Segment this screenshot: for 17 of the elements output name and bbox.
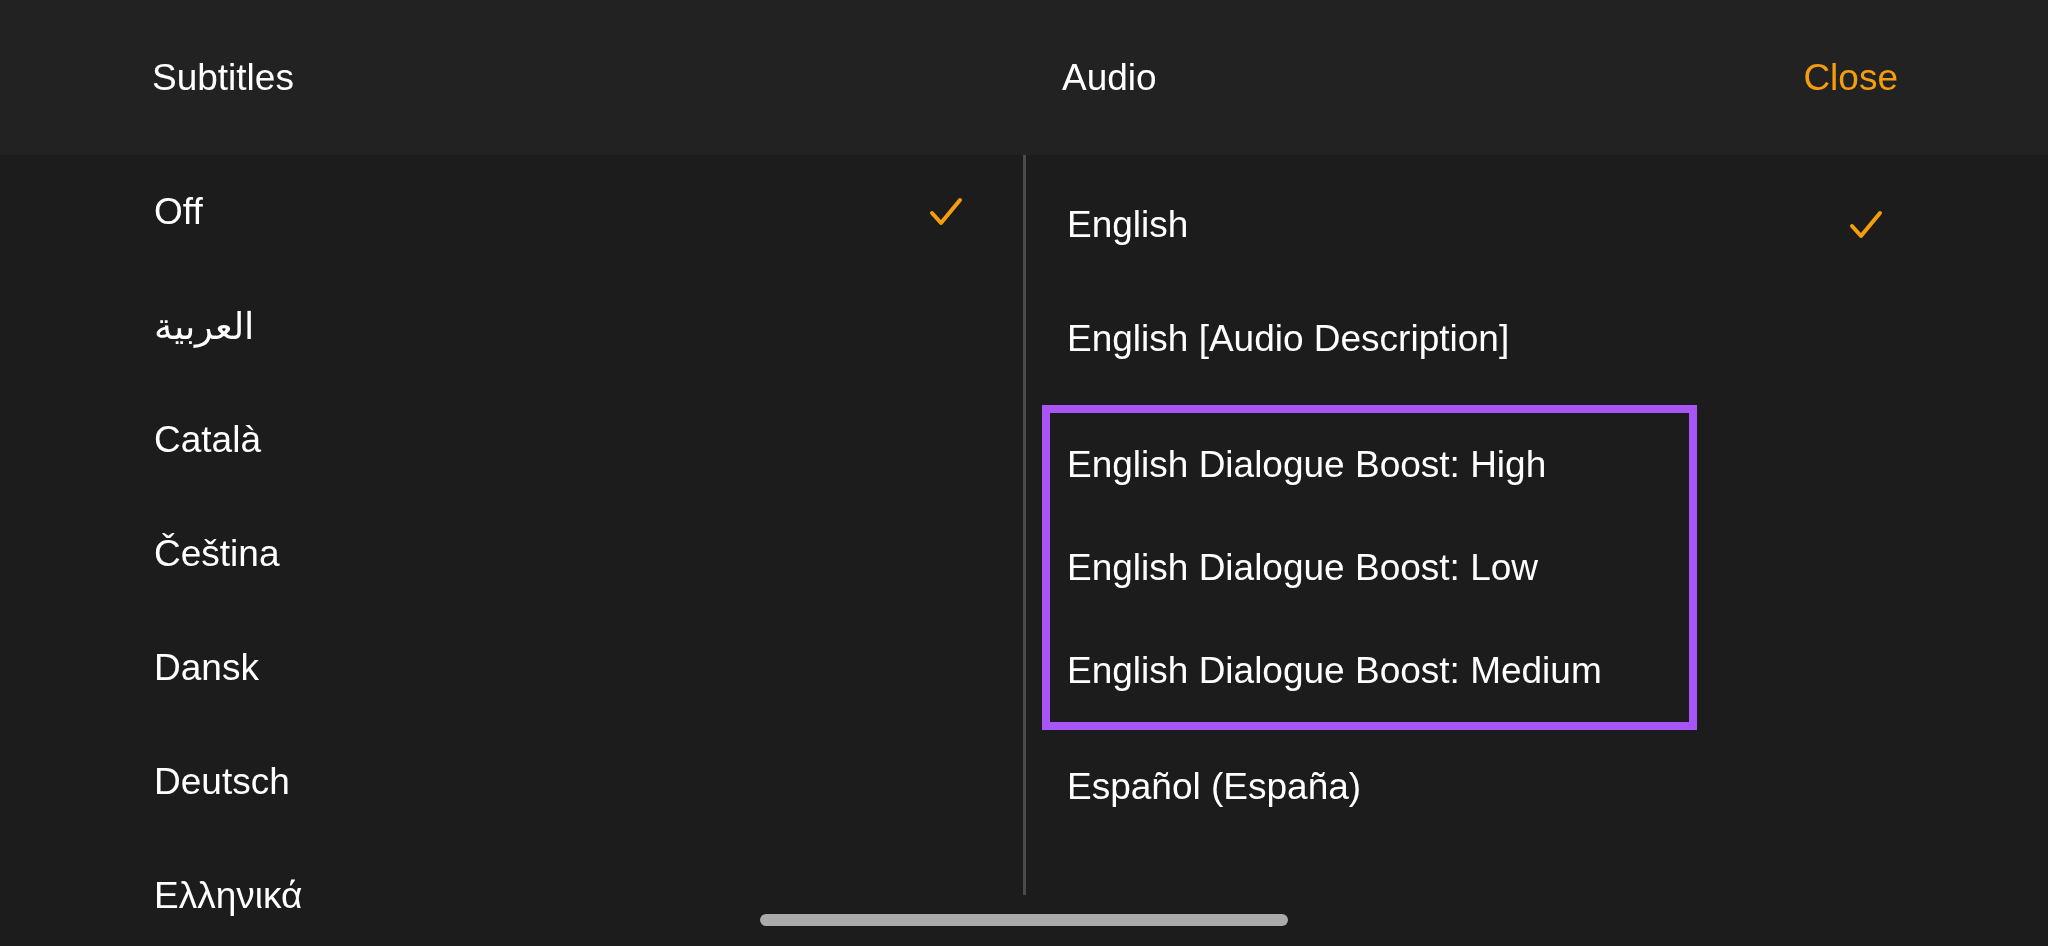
subtitle-option[interactable]: العربية (154, 269, 1023, 383)
audio-option[interactable]: English Dialogue Boost: High (1067, 413, 1689, 516)
audio-option[interactable]: English (1067, 168, 2048, 282)
subtitle-option[interactable]: Dansk (154, 611, 1023, 725)
home-indicator[interactable] (760, 914, 1288, 926)
subtitle-option[interactable]: Ελληνικά (154, 839, 1023, 946)
subtitle-option[interactable]: Off (154, 155, 1023, 269)
subtitle-option[interactable]: Deutsch (154, 725, 1023, 839)
audio-option[interactable]: English Dialogue Boost: Medium (1067, 619, 1689, 722)
audio-title: Audio (1062, 56, 1157, 99)
subtitle-option[interactable]: Čeština (154, 497, 1023, 611)
audio-option[interactable]: Español (España) (1067, 730, 2048, 844)
close-button[interactable]: Close (1803, 56, 1898, 99)
audio-option[interactable]: English [Audio Description] (1067, 282, 2048, 396)
subtitles-title: Subtitles (152, 56, 294, 99)
subtitle-option[interactable]: Català (154, 383, 1023, 497)
audio-option[interactable]: English Dialogue Boost: Low (1067, 516, 1689, 619)
